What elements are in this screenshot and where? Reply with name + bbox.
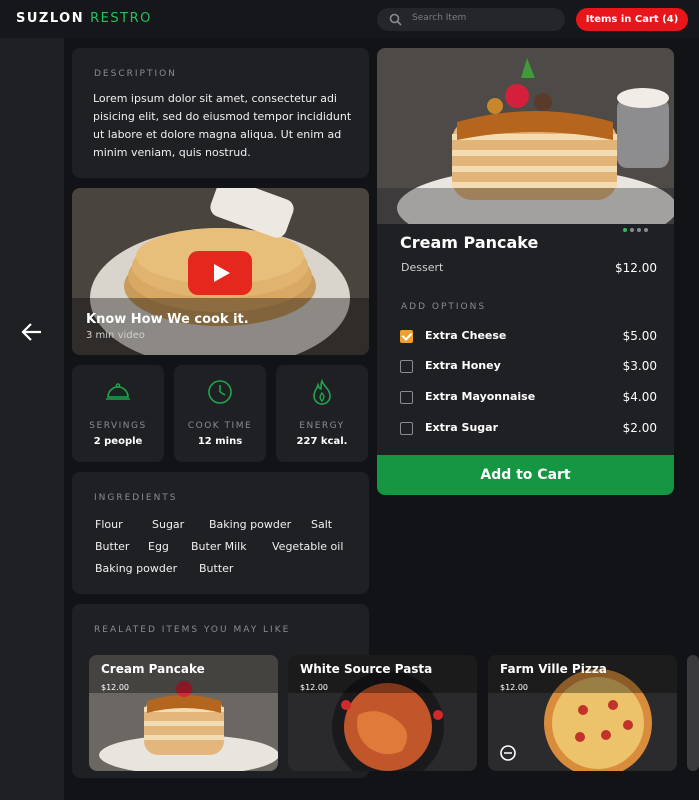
checkbox[interactable] xyxy=(400,330,413,343)
description-label: DESCRIPTION xyxy=(94,69,177,79)
related-name: Farm Ville Pizza xyxy=(500,662,607,676)
image-carousel-dots[interactable] xyxy=(623,217,651,236)
description-text: Lorem ipsum dolor sit amet, consectetur … xyxy=(93,92,352,159)
ingredient-item: Salt xyxy=(311,518,333,531)
search-placeholder: Search Item xyxy=(412,13,467,23)
related-label: REALATED ITEMS YOU MAY LIKE xyxy=(94,625,291,635)
search-input[interactable]: Search Item xyxy=(377,8,565,31)
video-subtitle: 3 min video xyxy=(86,330,145,341)
stat-value: 227 kcal. xyxy=(296,436,348,447)
video-card[interactable]: Know How We cook it. 3 min video xyxy=(72,188,369,355)
option-name: Extra Cheese xyxy=(425,329,507,342)
play-icon[interactable] xyxy=(188,251,252,295)
product-category: Dessert xyxy=(401,261,444,274)
ingredient-item: Sugar xyxy=(152,518,185,531)
ingredient-item: Baking powder xyxy=(209,518,292,531)
related-name: White Source Pasta xyxy=(300,662,433,676)
related-item[interactable]: Farm Ville Pizza $12.00 xyxy=(488,655,677,771)
cloche-icon xyxy=(106,383,130,400)
related-item[interactable]: White Source Pasta $12.00 xyxy=(288,655,477,771)
back-arrow-icon[interactable] xyxy=(21,323,42,341)
related-name: Cream Pancake xyxy=(101,662,205,676)
option-name: Extra Sugar xyxy=(425,421,499,434)
ingredient-item: Buter Milk xyxy=(191,540,247,553)
related-item-partial[interactable] xyxy=(687,655,699,771)
option-price: $3.00 xyxy=(622,359,657,373)
sidebar xyxy=(0,38,64,800)
ingredients-label: INGREDIENTS xyxy=(94,493,178,503)
related-price: $12.00 xyxy=(500,683,528,692)
checkbox[interactable] xyxy=(400,391,413,404)
ingredients-card: INGREDIENTS Flour Sugar Baking powder Sa… xyxy=(72,472,369,594)
stat-value: 2 people xyxy=(93,436,143,447)
carousel-dot[interactable] xyxy=(644,228,648,232)
option-extra-honey[interactable]: Extra Honey $3.00 xyxy=(400,357,657,375)
stat-label: COOK TIME xyxy=(187,421,253,431)
carousel-dot[interactable] xyxy=(623,228,627,232)
video-title: Know How We cook it. xyxy=(86,312,249,327)
option-price: $2.00 xyxy=(622,421,657,435)
add-to-cart-button[interactable]: Add to Cart xyxy=(377,455,674,495)
ingredient-item: Flour xyxy=(95,518,123,531)
checkbox[interactable] xyxy=(400,360,413,373)
stat-value: 12 mins xyxy=(197,436,243,447)
brand-logo[interactable]: SUZLON RESTRO xyxy=(16,11,152,26)
checkbox[interactable] xyxy=(400,422,413,435)
stat-label: SERVINGS xyxy=(89,421,147,431)
cart-button[interactable]: Items in Cart (4) xyxy=(576,8,688,31)
stat-label: ENERGY xyxy=(299,421,345,431)
option-name: Extra Mayonnaise xyxy=(425,390,536,403)
related-price: $12.00 xyxy=(300,683,328,692)
carousel-dot[interactable] xyxy=(637,228,641,232)
search-icon xyxy=(389,13,402,26)
option-extra-mayonnaise[interactable]: Extra Mayonnaise $4.00 xyxy=(400,388,657,406)
ingredient-item: Baking powder xyxy=(95,562,178,575)
option-name: Extra Honey xyxy=(425,359,501,372)
flame-icon xyxy=(313,379,331,405)
related-item[interactable]: Cream Pancake $12.00 xyxy=(89,655,278,771)
stat-servings: SERVINGS 2 people xyxy=(72,365,164,462)
product-price: $12.00 xyxy=(615,261,657,275)
ingredient-item: Butter xyxy=(199,562,234,575)
stat-energy: ENERGY 227 kcal. xyxy=(276,365,368,462)
option-price: $5.00 xyxy=(622,329,657,343)
product-image xyxy=(377,48,674,224)
option-extra-sugar[interactable]: Extra Sugar $2.00 xyxy=(400,419,657,437)
brand-secondary: RESTRO xyxy=(90,11,152,26)
stat-cook-time: COOK TIME 12 mins xyxy=(174,365,266,462)
option-extra-cheese[interactable]: Extra Cheese $5.00 xyxy=(400,327,657,345)
options-label: ADD OPTIONS xyxy=(401,302,487,312)
clock-icon xyxy=(208,380,232,404)
related-price: $12.00 xyxy=(101,683,129,692)
ingredient-item: Vegetable oil xyxy=(272,540,344,553)
brand-primary: SUZLON xyxy=(16,11,85,26)
ingredient-item: Butter xyxy=(95,540,130,553)
top-bar: SUZLON RESTRO Search Item Items in Cart … xyxy=(0,0,699,38)
product-name: Cream Pancake xyxy=(400,233,539,252)
description-card: DESCRIPTION Lorem ipsum dolor sit amet, … xyxy=(72,48,369,178)
carousel-dot[interactable] xyxy=(630,228,634,232)
option-price: $4.00 xyxy=(622,390,657,404)
product-card: Cream Pancake Dessert $12.00 ADD OPTIONS… xyxy=(377,48,674,495)
ingredient-item: Egg xyxy=(148,540,169,553)
